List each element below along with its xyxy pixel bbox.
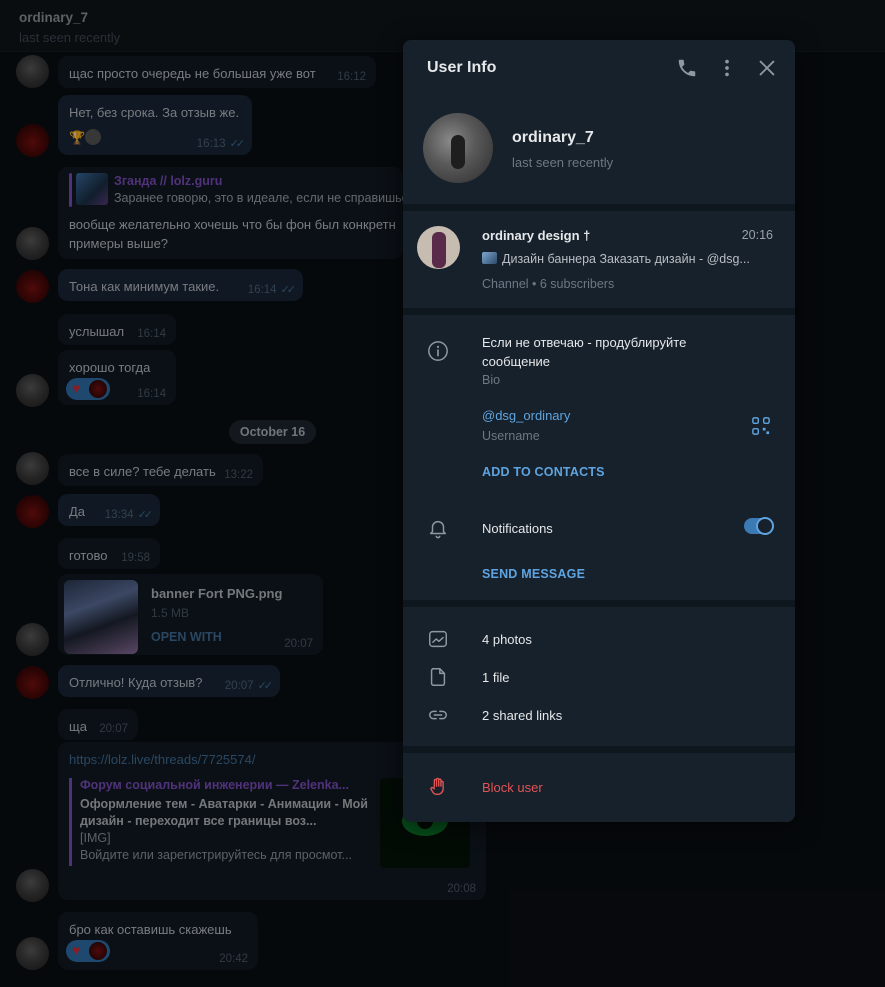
close-icon[interactable] (756, 57, 778, 79)
channel-last-message: Дизайн баннера Заказать дизайн - @dsg... (502, 252, 750, 266)
profile-status: last seen recently (512, 155, 614, 170)
section-divider (403, 308, 795, 315)
phone-icon[interactable] (676, 57, 698, 79)
profile-avatar[interactable] (423, 113, 493, 183)
photo-icon (427, 628, 449, 650)
qr-code-icon[interactable] (752, 417, 772, 437)
channel-subtitle: Channel • 6 subscribers (482, 277, 615, 291)
bio-text[interactable]: Если не отвечаю - продублируйте сообщени… (482, 333, 686, 371)
add-to-contacts-button[interactable]: ADD TO CONTACTS (482, 465, 605, 479)
more-vertical-icon[interactable] (716, 57, 738, 79)
channel-avatar[interactable] (417, 226, 460, 269)
channel-time: 20:16 (741, 228, 773, 242)
hand-stop-icon (427, 776, 449, 798)
shared-files[interactable]: 1 file (482, 670, 509, 685)
image-thumbnail-icon (482, 252, 497, 264)
username-label: Username (482, 429, 540, 443)
shared-links[interactable]: 2 shared links (482, 708, 562, 723)
profile-name: ordinary_7 (512, 129, 594, 146)
username-value[interactable]: @dsg_ordinary (482, 408, 570, 423)
block-user-button[interactable]: Block user (482, 780, 543, 795)
bell-icon (427, 517, 449, 539)
section-divider (403, 600, 795, 607)
file-icon (427, 666, 449, 688)
channel-name[interactable]: ordinary design † (482, 228, 590, 243)
section-divider (403, 746, 795, 753)
panel-title: User Info (427, 59, 497, 76)
section-divider (403, 204, 795, 211)
send-message-button[interactable]: SEND MESSAGE (482, 567, 585, 581)
notifications-label: Notifications (482, 521, 553, 536)
info-icon (427, 340, 449, 362)
user-info-panel: User Info ordinary_7 last seen recently … (403, 40, 795, 822)
bio-line: Если не отвечаю - продублируйте (482, 335, 687, 350)
bio-line: сообщение (482, 354, 551, 369)
link-icon (427, 704, 449, 726)
shared-photos[interactable]: 4 photos (482, 632, 532, 647)
notifications-toggle[interactable] (744, 517, 774, 535)
bio-label: Bio (482, 373, 501, 387)
